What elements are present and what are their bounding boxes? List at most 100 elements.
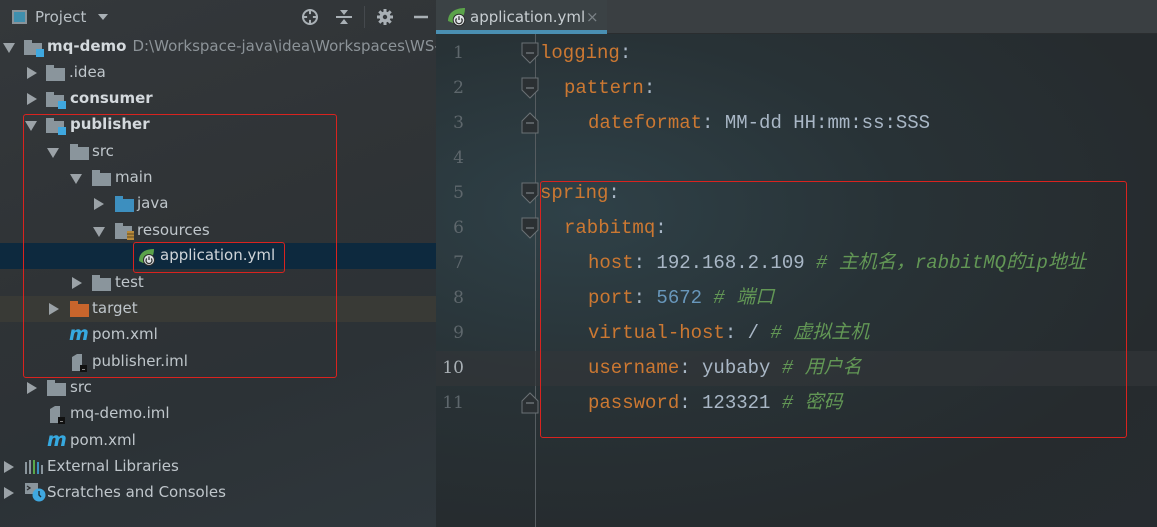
tree-item-publisher-iml[interactable]: publisher.iml <box>0 349 436 375</box>
tree-item-target[interactable]: target <box>0 296 436 322</box>
tree-item-label: mq-demo <box>47 37 127 55</box>
fold-collapse-icon[interactable] <box>521 42 539 64</box>
line-number: 3 <box>453 113 464 133</box>
resources-folder-icon <box>115 223 135 240</box>
code-line[interactable]: port: 5672 # 端口 <box>540 281 1157 316</box>
locate-icon[interactable] <box>301 8 319 26</box>
code-line[interactable]: virtual-host: / # 虚拟主机 <box>540 316 1157 351</box>
expand-arrow-icon[interactable] <box>25 121 37 131</box>
code-line[interactable]: username: yubaby # 用户名 <box>436 351 1157 386</box>
expand-arrow-icon[interactable] <box>70 174 82 184</box>
editor-pane: application.yml × logging: 1 pattern: 2 date… <box>436 0 1157 527</box>
tree-item-label: pom.xml <box>70 431 136 449</box>
tree-item-main[interactable]: main <box>0 165 436 191</box>
collapse-arrow-icon[interactable] <box>72 277 82 289</box>
fold-collapse-icon[interactable] <box>521 217 539 239</box>
tree-item-label: java <box>137 194 169 212</box>
tree-item-pom-xml-root[interactable]: m pom.xml <box>0 428 436 454</box>
yaml-value: 123321 <box>690 392 771 414</box>
tree-item-label: application.yml <box>160 246 276 264</box>
tree-item-scratches[interactable]: Scratches and Consoles <box>0 480 436 506</box>
collapse-all-icon[interactable] <box>335 8 353 26</box>
libraries-icon <box>25 459 45 475</box>
tree-item-mq-demo-iml[interactable]: mq-demo.iml <box>0 401 436 427</box>
tree-item-label: test <box>115 273 144 291</box>
folder-icon <box>46 65 66 81</box>
collapse-arrow-icon[interactable] <box>49 303 59 315</box>
tree-item-external-libraries[interactable]: External Libraries <box>0 454 436 480</box>
collapse-arrow-icon[interactable] <box>94 198 104 210</box>
yaml-colon: : <box>679 392 691 414</box>
tree-item-mq-demo[interactable]: mq-demo D:\Workspace-java\idea\Workspaces… <box>0 34 436 60</box>
tree-item-publisher[interactable]: publisher <box>0 112 436 138</box>
yaml-value: / <box>736 322 760 344</box>
yaml-colon: : <box>643 77 656 99</box>
tab-application-yml[interactable]: application.yml × <box>436 0 607 34</box>
collapse-arrow-icon[interactable] <box>4 461 14 473</box>
tree-item-application-yml[interactable]: application.yml <box>0 243 436 269</box>
collapse-arrow-icon[interactable] <box>27 67 37 79</box>
source-folder-icon <box>115 196 135 212</box>
tree-item-pom-xml[interactable]: m pom.xml <box>0 322 436 348</box>
code-line[interactable]: pattern: <box>540 71 1157 106</box>
line-number: 7 <box>453 253 464 273</box>
line-number: 10 <box>442 358 464 378</box>
code-line[interactable]: logging: <box>540 36 1157 71</box>
yaml-comment: # 用户名 <box>770 357 862 379</box>
line-number: 4 <box>453 148 464 168</box>
folder-icon <box>92 275 112 291</box>
code-line[interactable]: dateformat: MM-dd HH:mm:ss:SSS <box>540 106 1157 141</box>
yaml-key: virtual-host <box>588 322 725 344</box>
tree-item-test[interactable]: test <box>0 270 436 296</box>
maven-icon: m <box>69 323 89 345</box>
expand-arrow-icon[interactable] <box>47 148 59 158</box>
fold-collapse-icon[interactable] <box>521 77 539 99</box>
tree-item-resources[interactable]: resources <box>0 218 436 244</box>
close-icon[interactable]: × <box>586 8 599 26</box>
code-line[interactable]: host: 192.168.2.109 # 主机名，rabbitMQ的ip地址 <box>540 246 1157 281</box>
code-line[interactable]: spring: <box>540 176 1157 211</box>
line-number: 8 <box>453 288 464 308</box>
tree-item-consumer[interactable]: consumer <box>0 86 436 112</box>
project-view-icon <box>12 10 27 24</box>
yaml-colon: : <box>655 217 667 239</box>
settings-icon[interactable] <box>376 8 394 26</box>
line-number: 9 <box>453 323 464 343</box>
project-view-selector[interactable]: Project <box>35 8 86 26</box>
module-folder-icon <box>24 39 44 57</box>
collapse-arrow-icon[interactable] <box>27 93 37 105</box>
folder-icon <box>47 380 67 396</box>
editor-tab-bar: application.yml × <box>436 0 1157 34</box>
yaml-value: MM-dd HH:mm:ss:SSS <box>713 112 931 134</box>
project-tool-window: Project mq-demo D:\Workspace-java\idea\Wo… <box>0 0 436 527</box>
fold-collapse-icon[interactable] <box>521 182 539 204</box>
yaml-key: host <box>588 252 634 274</box>
tree-item-label: src <box>92 142 114 160</box>
fold-end-icon[interactable] <box>521 392 539 414</box>
tree-item-src-root[interactable]: src <box>0 375 436 401</box>
chevron-down-icon[interactable] <box>98 14 108 20</box>
collapse-arrow-icon[interactable] <box>4 487 14 499</box>
code-line[interactable] <box>540 141 1157 176</box>
yaml-colon: : <box>608 182 620 204</box>
code-line[interactable]: password: 123321 # 密码 <box>540 386 1157 421</box>
tree-item-label: src <box>70 378 92 396</box>
tree-item-java[interactable]: java <box>0 191 436 217</box>
tree-item-label: target <box>92 299 138 317</box>
expand-arrow-icon[interactable] <box>93 227 105 237</box>
yaml-value: 192.168.2.109 <box>645 252 805 274</box>
tree-item-idea[interactable]: .idea <box>0 60 436 86</box>
tree-item-label: publisher.iml <box>92 352 188 370</box>
yaml-value: 5672 <box>645 287 703 309</box>
collapse-arrow-icon[interactable] <box>27 382 37 394</box>
hide-icon[interactable] <box>412 8 430 26</box>
expand-arrow-icon[interactable] <box>3 43 15 53</box>
code-line[interactable]: rabbitmq: <box>540 211 1157 246</box>
tree-item-src[interactable]: src <box>0 139 436 165</box>
excluded-folder-icon <box>70 301 90 317</box>
yaml-comment: # 端口 <box>702 287 775 309</box>
maven-icon: m <box>47 429 67 451</box>
tree-item-label: External Libraries <box>47 457 179 475</box>
fold-end-icon[interactable] <box>521 112 539 134</box>
line-number: 2 <box>453 78 464 98</box>
